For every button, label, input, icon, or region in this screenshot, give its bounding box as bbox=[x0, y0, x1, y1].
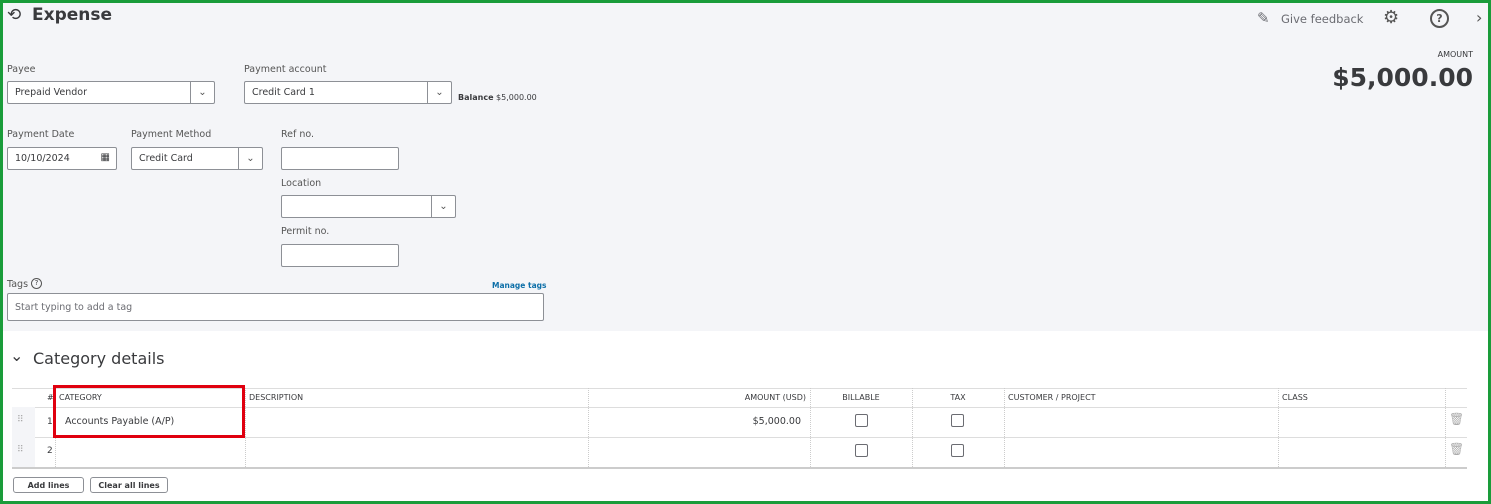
manage-tags-link[interactable]: Manage tags bbox=[492, 281, 546, 290]
balance-value: $5,000.00 bbox=[496, 93, 537, 102]
page-title: Expense bbox=[32, 5, 113, 25]
gear-icon[interactable]: ⚙ bbox=[1383, 7, 1399, 28]
row-description[interactable] bbox=[245, 407, 588, 437]
tax-checkbox[interactable] bbox=[951, 444, 964, 457]
drag-handle-icon[interactable]: ⠿ bbox=[17, 415, 24, 425]
permit-label: Permit no. bbox=[281, 226, 330, 237]
col-billable: BILLABLE bbox=[842, 393, 880, 402]
col-customer-project: CUSTOMER / PROJECT bbox=[1008, 393, 1096, 402]
collapse-chevron-icon[interactable]: ⌄ bbox=[10, 346, 23, 365]
close-chevron-icon[interactable]: › bbox=[1476, 8, 1482, 27]
chevron-down-icon[interactable]: ⌄ bbox=[431, 196, 455, 217]
chevron-down-icon[interactable]: ⌄ bbox=[190, 82, 214, 103]
chevron-down-icon[interactable]: ⌄ bbox=[427, 82, 451, 103]
location-label: Location bbox=[281, 178, 322, 189]
history-icon[interactable]: ⟲ bbox=[7, 5, 21, 25]
row-amount[interactable]: $5,000.00 bbox=[588, 416, 801, 427]
add-lines-button[interactable]: Add lines bbox=[13, 477, 84, 493]
category-details-title: Category details bbox=[33, 349, 165, 368]
location-select[interactable]: ⌄ bbox=[281, 195, 456, 218]
col-class: CLASS bbox=[1282, 393, 1308, 402]
total-amount: $5,000.00 bbox=[1332, 63, 1473, 92]
payment-date-input[interactable]: 10/10/2024 ▦ bbox=[7, 147, 117, 170]
tags-label: Tags bbox=[7, 279, 29, 290]
drag-handle-icon[interactable]: ⠿ bbox=[17, 445, 24, 455]
payment-date-label: Payment Date bbox=[7, 129, 75, 140]
billable-checkbox[interactable] bbox=[855, 414, 868, 427]
balance-label: Balance bbox=[458, 93, 494, 102]
row-amount[interactable] bbox=[588, 437, 810, 467]
tax-checkbox[interactable] bbox=[951, 414, 964, 427]
billable-checkbox[interactable] bbox=[855, 444, 868, 457]
payment-method-value: Credit Card bbox=[139, 153, 193, 164]
highlight-box bbox=[53, 385, 245, 438]
col-tax: TAX bbox=[950, 393, 966, 402]
row-category[interactable] bbox=[55, 437, 245, 467]
payee-label: Payee bbox=[7, 64, 36, 75]
give-feedback-link[interactable]: Give feedback bbox=[1281, 12, 1363, 26]
col-amount: AMOUNT (USD) bbox=[744, 393, 806, 402]
trash-icon[interactable]: 🗑 bbox=[1449, 412, 1464, 426]
trash-icon[interactable]: 🗑 bbox=[1449, 442, 1464, 456]
payment-account-select[interactable]: Credit Card 1 ⌄ bbox=[244, 81, 452, 104]
ref-input[interactable] bbox=[281, 147, 399, 170]
payment-date-value: 10/10/2024 bbox=[15, 153, 70, 164]
feedback-icon[interactable]: ✎ bbox=[1257, 9, 1270, 27]
permit-input[interactable] bbox=[281, 244, 399, 267]
payee-value: Prepaid Vendor bbox=[15, 87, 88, 98]
calendar-icon[interactable]: ▦ bbox=[101, 152, 110, 163]
payment-method-select[interactable]: Credit Card ⌄ bbox=[131, 147, 263, 170]
payment-account-value: Credit Card 1 bbox=[252, 87, 315, 98]
tags-input[interactable]: Start typing to add a tag bbox=[7, 293, 544, 321]
payee-select[interactable]: Prepaid Vendor ⌄ bbox=[7, 81, 215, 104]
chevron-down-icon[interactable]: ⌄ bbox=[238, 148, 262, 169]
row-number: 2 bbox=[47, 446, 53, 456]
ref-label: Ref no. bbox=[281, 129, 315, 140]
help-icon[interactable]: ? bbox=[1430, 9, 1449, 28]
tags-help-icon[interactable]: ? bbox=[31, 278, 42, 289]
payment-method-label: Payment Method bbox=[131, 129, 212, 140]
amount-label: AMOUNT bbox=[1437, 50, 1473, 59]
col-description: DESCRIPTION bbox=[249, 393, 304, 402]
clear-all-lines-button[interactable]: Clear all lines bbox=[90, 477, 168, 493]
row-number: 1 bbox=[47, 417, 53, 427]
payment-account-label: Payment account bbox=[244, 64, 327, 75]
